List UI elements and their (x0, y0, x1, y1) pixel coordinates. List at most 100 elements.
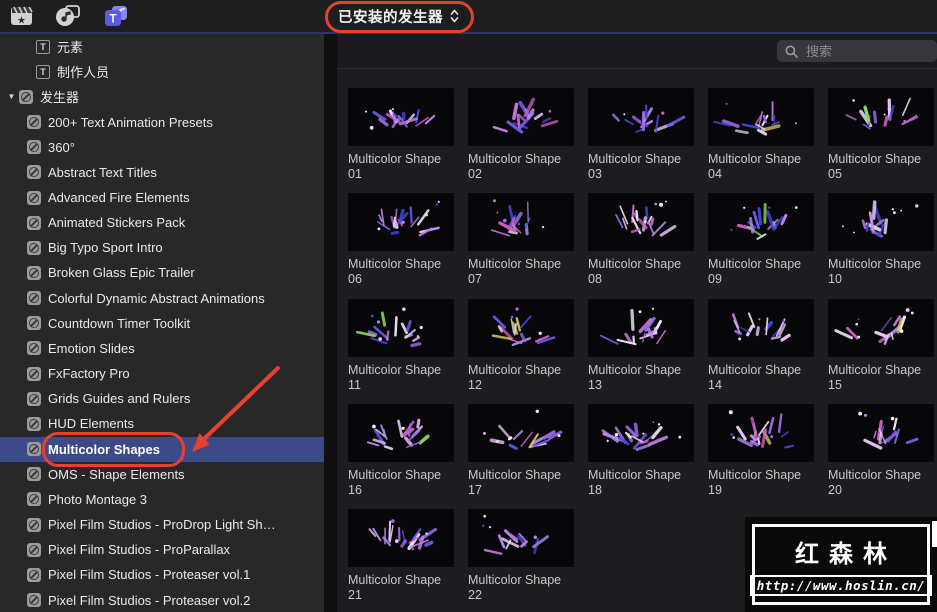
generator-item[interactable]: Multicolor Shape 17 (468, 403, 574, 509)
generator-item[interactable]: Multicolor Shape 04 (708, 88, 814, 193)
generator-item[interactable]: Multicolor Shape 19 (708, 403, 814, 509)
sidebar-item[interactable]: ▼ Broken Glass Epic Trailer (0, 260, 324, 285)
generator-item[interactable]: Multicolor Shape 07 (468, 193, 574, 298)
generator-item[interactable]: Multicolor Shape 11 (348, 298, 454, 404)
sidebar-item[interactable]: ▼ Animated Stickers Pack (0, 210, 324, 235)
generator-caption: Multicolor Shape 14 (708, 363, 814, 393)
titles-generators-icon[interactable]: T (103, 5, 127, 27)
updown-chevron-icon (450, 9, 459, 23)
generator-name: Multicolor Shape (708, 467, 802, 482)
sidebar-item-label: Photo Montage 3 (48, 491, 148, 507)
generator-item[interactable]: Multicolor Shape 05 (828, 88, 934, 193)
generator-item[interactable]: Multicolor Shape 09 (708, 193, 814, 298)
sidebar-item-label: Abstract Text Titles (48, 164, 157, 180)
media-clapperboard-icon[interactable]: ★ (10, 5, 34, 27)
sidebar-item[interactable]: ▼ Photo Montage 3 (0, 487, 324, 512)
sidebar-item[interactable]: ▼ 360° (0, 135, 324, 160)
sidebar-item[interactable]: ▼ Emotion Slides (0, 336, 324, 361)
sidebar-item-label: OMS - Shape Elements (48, 466, 185, 482)
disclosure-triangle-icon[interactable]: ▼ (5, 92, 18, 101)
generator-item[interactable]: Multicolor Shape 08 (588, 193, 694, 298)
sidebar-item[interactable]: ▼ Pixel Film Studios - Proteaser vol.1 (0, 562, 324, 587)
sidebar-item[interactable]: ▼ Grids Guides and Rulers (0, 386, 324, 411)
sidebar-item[interactable]: ▼ FxFactory Pro (0, 361, 324, 386)
generator-number: 13 (588, 377, 602, 392)
sidebar-item[interactable]: ▼ 200+ Text Animation Presets (0, 109, 324, 134)
generator-number: 09 (708, 272, 722, 287)
generator-icon (27, 140, 41, 155)
generator-icon (27, 517, 41, 532)
generator-name: Multicolor Shape (468, 467, 562, 482)
sidebar-item[interactable]: ▼ Colorful Dynamic Abstract Animations (0, 286, 324, 311)
sidebar-item[interactable]: ▼ T 制作人员 (0, 59, 324, 84)
generator-number: 11 (348, 377, 361, 392)
sidebar-item-label: Emotion Slides (48, 340, 135, 356)
generator-preview (348, 403, 454, 462)
generator-name: Multicolor Shape (828, 362, 922, 377)
sidebar-item-selected[interactable]: ▼ Multicolor Shapes (0, 436, 324, 462)
toolbar: ★ T 已安装的发生器 (0, 0, 937, 32)
generator-icon (27, 492, 41, 507)
generator-item[interactable]: Multicolor Shape 13 (588, 298, 694, 404)
generator-item[interactable]: Multicolor Shape 21 (348, 509, 454, 612)
sidebar-item[interactable]: ▼ Pixel Film Studios - ProParallax (0, 537, 324, 562)
generator-item[interactable]: Multicolor Shape 16 (348, 403, 454, 509)
generator-caption: Multicolor Shape 03 (588, 152, 694, 182)
sidebar-item[interactable]: ▼ Pixel Film Studios - ProDrop Light Sh… (0, 512, 324, 537)
generator-item[interactable]: Multicolor Shape 01 (348, 88, 454, 193)
sidebar-item[interactable]: ▼ Countdown Timer Toolkit (0, 311, 324, 336)
generator-item[interactable]: Multicolor Shape 06 (348, 193, 454, 298)
watermark-frame: 红森林 http://www.hoslin.cn/ (749, 524, 933, 605)
generator-number: 21 (348, 588, 362, 603)
generator-item[interactable]: Multicolor Shape 03 (588, 88, 694, 193)
generator-icon (27, 190, 41, 205)
generator-number: 05 (828, 167, 842, 181)
generator-number: 06 (348, 272, 362, 287)
generators-source-dropdown[interactable]: 已安装的发生器 (338, 5, 459, 27)
sidebar-item[interactable]: ▼ HUD Elements (0, 411, 324, 436)
generator-name: Multicolor Shape (348, 362, 442, 377)
generator-item[interactable]: Multicolor Shape 14 (708, 298, 814, 404)
sidebar-item[interactable]: ▼ OMS - Shape Elements (0, 462, 324, 487)
generator-number: 08 (588, 272, 602, 287)
generator-icon (27, 341, 41, 356)
generator-caption: Multicolor Shape 11 (348, 363, 454, 393)
generator-item[interactable]: Multicolor Shape 15 (828, 298, 934, 404)
generator-preview (468, 193, 574, 252)
generator-icon (27, 416, 41, 431)
generator-item[interactable]: Multicolor Shape 10 (828, 193, 934, 298)
generator-caption: Multicolor Shape 10 (828, 257, 934, 287)
generator-item[interactable]: Multicolor Shape 12 (468, 298, 574, 404)
generator-preview (468, 88, 574, 146)
sidebar-item-label: Pixel Film Studios - ProDrop Light Sh… (48, 517, 276, 533)
generator-number: 12 (468, 377, 482, 392)
generator-preview (708, 88, 814, 146)
generator-name: Multicolor Shape (468, 362, 562, 377)
generator-number: 03 (588, 167, 602, 181)
sidebar-item[interactable]: ▼ 发生器 (0, 84, 324, 109)
sidebar-item[interactable]: ▼ Advanced Fire Elements (0, 185, 324, 210)
generator-number: 07 (468, 272, 482, 287)
generator-number: 16 (348, 482, 362, 497)
generator-caption: Multicolor Shape 13 (588, 363, 694, 393)
generator-item[interactable]: Multicolor Shape 22 (468, 509, 574, 612)
generator-item[interactable]: Multicolor Shape 18 (588, 403, 694, 509)
photos-audio-icon[interactable] (55, 5, 80, 27)
generator-icon (19, 89, 33, 104)
search-field[interactable] (777, 40, 937, 62)
generator-name: Multicolor Shape (828, 152, 922, 166)
generator-item[interactable]: Multicolor Shape 20 (828, 403, 934, 509)
sidebar-item-label: 元素 (57, 40, 84, 56)
sidebar-item[interactable]: ▼ Abstract Text Titles (0, 160, 324, 185)
generator-preview (588, 88, 694, 146)
search-input[interactable] (804, 42, 918, 60)
sidebar-item-label: Advanced Fire Elements (48, 190, 190, 206)
sidebar-item-label: Colorful Dynamic Abstract Animations (48, 290, 265, 306)
generator-preview (588, 298, 694, 357)
generator-item[interactable]: Multicolor Shape 02 (468, 88, 574, 193)
generator-number: 15 (828, 377, 842, 392)
sidebar-item[interactable]: ▼ Pixel Film Studios - Proteaser vol.2 (0, 587, 324, 612)
sidebar-item[interactable]: ▼ Big Typo Sport Intro (0, 235, 324, 260)
sidebar-item[interactable]: ▼ T 元素 (0, 34, 324, 59)
generator-number: 04 (708, 167, 722, 181)
